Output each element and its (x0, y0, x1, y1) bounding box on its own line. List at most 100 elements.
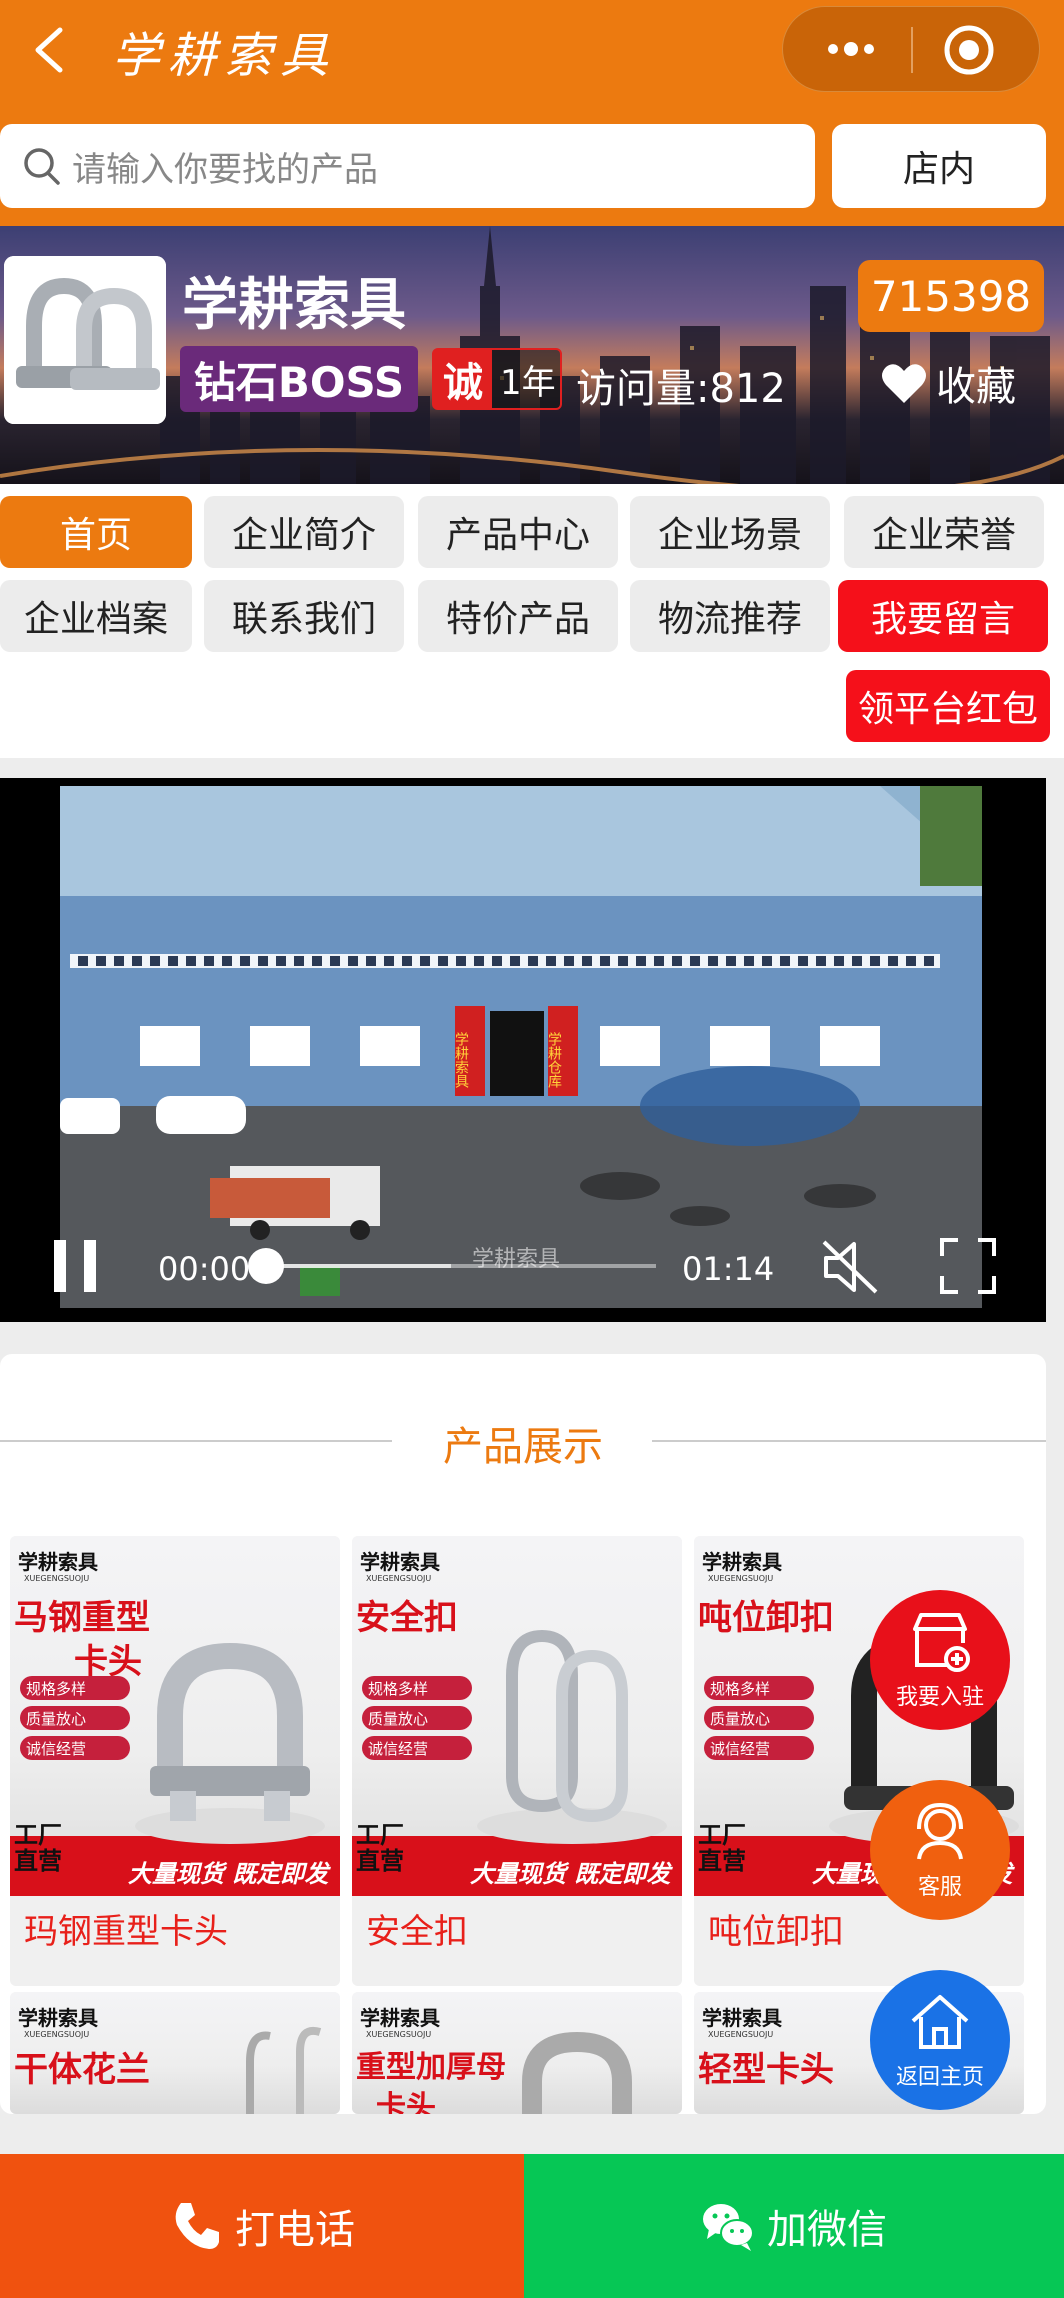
video-buffered-bar (266, 1264, 451, 1268)
home-icon (911, 1995, 969, 2049)
nav-special-products[interactable]: 特价产品 (418, 580, 618, 652)
bottom-action-bar: 打电话 加微信 (0, 2154, 1064, 2298)
building-sign-right: 学耕仓库 (546, 1032, 562, 1089)
back-icon[interactable] (22, 20, 82, 80)
wire-rope-clip-image (4, 256, 166, 424)
nav-logistics[interactable]: 物流推荐 (630, 580, 830, 652)
store-plus-icon (913, 1613, 970, 1672)
shop-banner: 学耕索具 715398 钻石BOSS 诚 1年 访问量:812 收藏 (0, 226, 1064, 484)
favorite-button[interactable]: 收藏 (880, 354, 1016, 412)
fullscreen-icon[interactable] (940, 1238, 996, 1294)
nav-contact-us[interactable]: 联系我们 (204, 580, 404, 652)
image-title-line-2: 卡头 (376, 2090, 436, 2114)
image-brand: 学耕索具 (702, 2006, 782, 2030)
image-tag: 质量放心 (20, 1706, 130, 1730)
image-tag: 规格多样 (20, 1676, 130, 1700)
video-controls: 00:00 01:14 (0, 1218, 1046, 1318)
close-target-icon[interactable] (941, 22, 997, 78)
image-brand: 学耕索具 (702, 1550, 782, 1574)
product-image: 学耕索具 XUEGENGSUOJU 安全扣 规格多样 质量放心 诚信经营 工厂直… (352, 1536, 682, 1896)
carabiner-image (477, 1629, 667, 1844)
join-fab[interactable]: 我要入驻 (870, 1590, 1010, 1730)
wechat-button[interactable]: 加微信 (524, 2154, 1064, 2298)
mini-program-capsule (782, 6, 1040, 92)
wire-clip-image (135, 1642, 325, 1844)
mute-icon[interactable] (820, 1238, 880, 1296)
image-tag: 规格多样 (362, 1676, 472, 1700)
video-current-time: 00:00 (158, 1250, 251, 1288)
search-input[interactable]: 请输入你要找的产品 (0, 124, 815, 208)
store-search-button[interactable]: 店内 (832, 124, 1046, 208)
image-brand-sub: XUEGENGSUOJU (708, 1574, 774, 1583)
join-label: 我要入驻 (895, 1685, 984, 1710)
image-brand: 学耕索具 (18, 1550, 98, 1574)
product-card[interactable]: 学耕索具 XUEGENGSUOJU 马钢重型 卡头 规格多样 质量放心 诚信经营 … (10, 1536, 340, 1986)
wechat-icon (703, 2204, 754, 2251)
search-placeholder: 请输入你要找的产品 (72, 149, 378, 190)
image-banner: 大量现货 既定即发 (470, 1860, 671, 1888)
product-card[interactable]: 学耕索具 XUEGENGSUOJU 重型加厚母卡头 (352, 1992, 682, 2114)
call-button[interactable]: 打电话 (0, 2154, 524, 2298)
section-divider-right (652, 1440, 1046, 1442)
image-brand: 学耕索具 (360, 2006, 440, 2030)
more-icon[interactable] (821, 29, 881, 69)
image-tag: 质量放心 (362, 1706, 472, 1730)
image-factory-label: 工厂 直营 (14, 1822, 62, 1874)
building-sign-left: 学耕索具 (453, 1032, 469, 1088)
pause-icon[interactable] (52, 1238, 98, 1294)
image-tag: 规格多样 (704, 1676, 814, 1700)
shop-id-badge: 715398 (858, 260, 1044, 332)
image-title: 安全扣 (356, 1596, 458, 1640)
nav-leave-message[interactable]: 我要留言 (838, 580, 1048, 652)
nav-product-center[interactable]: 产品中心 (418, 496, 618, 568)
call-label: 打电话 (235, 2207, 355, 2253)
nav-company-archive[interactable]: 企业档案 (0, 580, 192, 652)
image-brand: 学耕索具 (18, 2006, 98, 2030)
factory-line-2: 直营 (356, 1847, 404, 1875)
wechat-label: 加微信 (767, 2207, 887, 2253)
nav-home[interactable]: 首页 (0, 496, 192, 568)
video-progress-handle[interactable] (248, 1248, 284, 1284)
image-tag: 诚信经营 (704, 1736, 814, 1760)
product-name: 安全扣 (366, 1912, 468, 1952)
factory-line-1: 工厂 (356, 1821, 404, 1849)
image-brand-sub: XUEGENGSUOJU (24, 2030, 90, 2039)
customer-service-fab[interactable]: 客服 (870, 1780, 1010, 1920)
headset-icon (917, 1802, 963, 1860)
image-title-line-1: 重型加厚母 (356, 2050, 506, 2085)
image-title-line-1: 安全扣 (356, 1598, 458, 1638)
app-title: 学耕索具 (112, 28, 337, 84)
image-tag: 诚信经营 (20, 1736, 130, 1760)
product-card[interactable]: 学耕索具 XUEGENGSUOJU 干体花兰 (10, 1992, 340, 2114)
image-title: 吨位卸扣 (698, 1596, 834, 1640)
product-name: 玛钢重型卡头 (24, 1912, 228, 1952)
shop-logo (4, 256, 166, 424)
video-duration: 01:14 (682, 1250, 775, 1288)
product-image: 学耕索具 XUEGENGSUOJU 重型加厚母卡头 (352, 1992, 682, 2114)
image-tag: 诚信经营 (362, 1736, 472, 1760)
nav-company-scenes[interactable]: 企业场景 (630, 496, 830, 568)
search-row: 请输入你要找的产品 店内 (0, 122, 1064, 226)
factory-line-1: 工厂 (698, 1821, 746, 1849)
image-factory-label: 工厂 直营 (356, 1822, 404, 1874)
shop-name: 学耕索具 (182, 273, 406, 338)
image-brand: 学耕索具 (360, 1550, 440, 1574)
product-card[interactable]: 学耕索具 XUEGENGSUOJU 安全扣 规格多样 质量放心 诚信经营 工厂直… (352, 1536, 682, 1986)
years-label: 1年 (500, 362, 556, 403)
factory-line-2: 直营 (698, 1847, 746, 1875)
image-title: 轻型卡头 (698, 2050, 834, 2090)
nav-company-honors[interactable]: 企业荣誉 (844, 496, 1044, 568)
image-brand-sub: XUEGENGSUOJU (366, 2030, 432, 2039)
heart-icon (882, 364, 926, 403)
search-icon (24, 148, 60, 185)
nav-red-packet[interactable]: 领平台红包 (846, 670, 1050, 742)
nav-company-intro[interactable]: 企业简介 (204, 496, 404, 568)
home-fab[interactable]: 返回主页 (870, 1970, 1010, 2110)
image-brand-sub: XUEGENGSUOJU (708, 2030, 774, 2039)
image-brand-sub: XUEGENGSUOJU (366, 1574, 432, 1583)
phone-icon (175, 2203, 219, 2249)
page: 学耕索具 请输入你要找的产品 店内 学耕索具 715398 钻石BOSS 诚 1… (0, 0, 1064, 2298)
home-label: 返回主页 (895, 2065, 984, 2090)
cheng-label: 诚 (434, 350, 492, 408)
video-player[interactable]: 学耕索具 学耕仓库 学耕索具 00:00 01:14 (0, 778, 1046, 1322)
